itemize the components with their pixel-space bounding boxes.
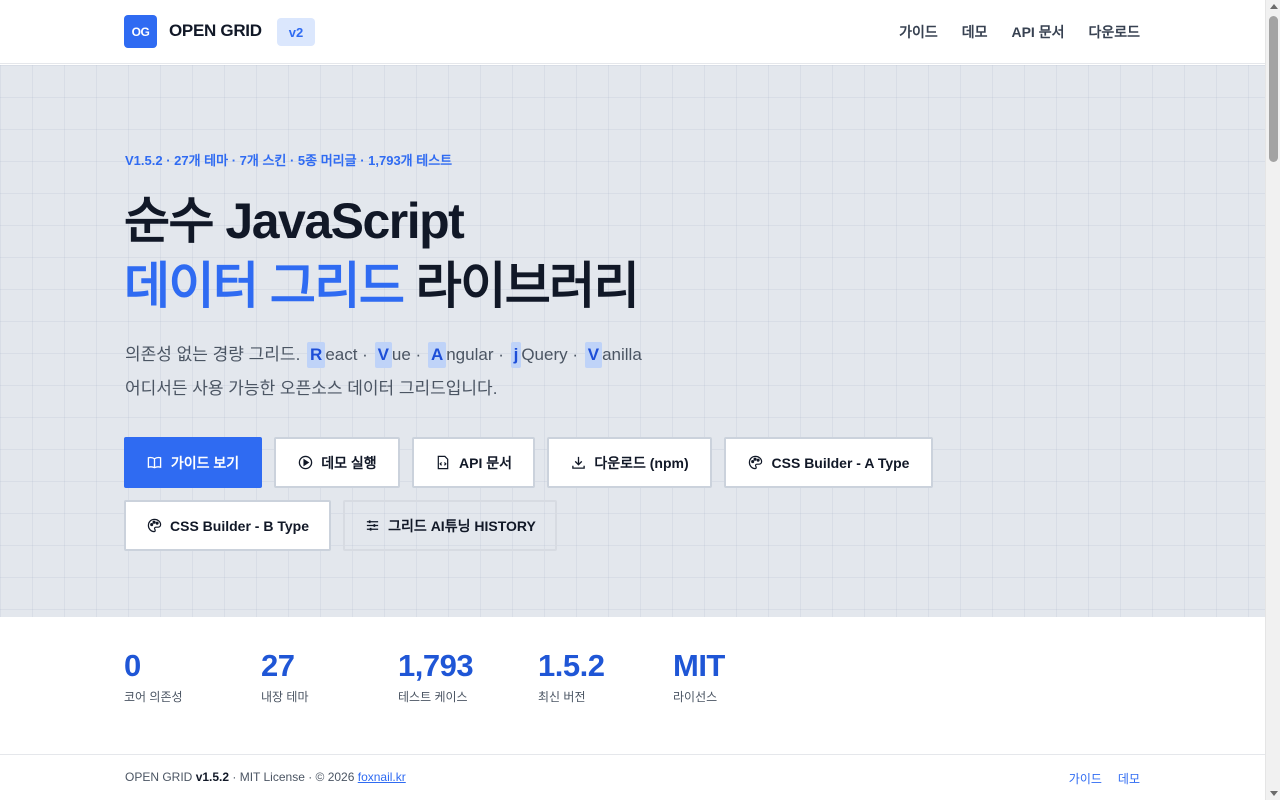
stat-test-cases: 1,793 테스트 케이스 <box>398 647 474 705</box>
ai-tuning-history-button-label: 그리드 AI튜닝 HISTORY <box>388 517 536 534</box>
download-npm-button-label: 다운로드 (npm) <box>594 454 689 471</box>
download-icon <box>570 455 586 471</box>
top-header: OG OPEN GRID v2 가이드 데모 API 문서 다운로드 <box>0 0 1265 64</box>
page-scrollbar[interactable] <box>1265 0 1280 800</box>
nav-guide-link[interactable]: 가이드 <box>899 22 938 42</box>
stat-label: 내장 테마 <box>261 690 309 704</box>
hero-title-line2: 데이터 그리드 라이브러리 <box>124 255 640 317</box>
framework-sep: · <box>410 345 426 364</box>
stat-label: 코어 의존성 <box>124 690 183 704</box>
palette-icon <box>748 455 764 471</box>
stat-builtin-themes: 27 내장 테마 <box>261 647 309 705</box>
main-nav: 가이드 데모 API 문서 다운로드 <box>899 22 1140 42</box>
footer-license: · MIT License · © 2026 <box>229 770 358 784</box>
framework-rest-vue: ue <box>391 345 411 364</box>
footer-version: v1.5.2 <box>195 770 230 784</box>
scrollbar-thumb[interactable] <box>1269 16 1278 162</box>
framework-letter-vanilla: V <box>584 342 603 368</box>
stat-label: 최신 버전 <box>538 690 586 704</box>
framework-rest-vanilla: anilla <box>602 345 642 364</box>
footer-copyright: OPEN GRID v1.5.2 · MIT License · © 2026 … <box>125 770 406 784</box>
stat-value: MIT <box>673 648 725 683</box>
stat-value: 1,793 <box>398 648 474 683</box>
scroll-up-arrow-icon[interactable] <box>1270 4 1278 9</box>
footer-site-link[interactable]: foxnail.kr <box>358 770 406 784</box>
hero-description-line1: 의존성 없는 경량 그리드. React · Vue · Angular · j… <box>125 342 642 368</box>
brand-name[interactable]: OPEN GRID <box>169 21 262 41</box>
nav-download-link[interactable]: 다운로드 <box>1088 22 1140 42</box>
framework-rest-react: eact <box>325 345 358 364</box>
version-badge: v2 <box>277 18 315 46</box>
stat-core-deps: 0 코어 의존성 <box>124 647 183 705</box>
css-builder-b-button-label: CSS Builder - B Type <box>170 517 309 534</box>
hero-title-rest: 라이브러리 <box>403 258 640 314</box>
demo-button-label: 데모 실행 <box>321 454 377 471</box>
hero-title-accent: 데이터 그리드 <box>124 258 405 314</box>
play-icon <box>297 455 313 471</box>
framework-rest-angular: ngular <box>446 345 494 364</box>
footer-links: 가이드 데모 <box>1069 770 1140 787</box>
footer-guide-link[interactable]: 가이드 <box>1069 770 1102 787</box>
framework-sep: · <box>567 345 583 364</box>
hero-title-line1: 순수 JavaScript <box>124 193 465 249</box>
palette-icon <box>146 518 162 534</box>
api-docs-button[interactable]: API 문서 <box>412 437 535 488</box>
css-builder-a-button-label: CSS Builder - A Type <box>771 454 910 471</box>
framework-sep: · <box>357 345 373 364</box>
framework-sep: · <box>493 345 509 364</box>
stat-latest-version: 1.5.2 최신 버전 <box>538 647 605 705</box>
framework-letter-jquery: j <box>510 342 522 368</box>
scroll-down-arrow-icon[interactable] <box>1270 791 1278 796</box>
page-footer: OPEN GRID v1.5.2 · MIT License · © 2026 … <box>0 754 1265 800</box>
sliders-icon <box>364 518 380 534</box>
framework-letter-angular: A <box>427 342 447 368</box>
hero-section: V1.5.2 · 27개 테마 · 7개 스킨 · 5종 머리글 · 1,793… <box>0 65 1265 617</box>
stat-value: 0 <box>124 648 141 683</box>
stat-value: 1.5.2 <box>538 648 605 683</box>
hero-description-line2: 어디서든 사용 가능한 오픈소스 데이터 그리드입니다. <box>125 379 498 398</box>
download-npm-button[interactable]: 다운로드 (npm) <box>547 437 712 488</box>
stats-section: 0 코어 의존성 27 내장 테마 1,793 테스트 케이스 1.5.2 최신… <box>0 617 1265 754</box>
desc-prefix: 의존성 없는 경량 그리드. <box>125 345 301 364</box>
logo[interactable]: OG <box>124 15 157 48</box>
footer-brand: OPEN GRID <box>125 770 193 784</box>
framework-letter-react: R <box>307 342 326 368</box>
nav-demo-link[interactable]: 데모 <box>962 22 988 42</box>
framework-rest-jquery: Query <box>521 345 568 364</box>
hero-tagline: V1.5.2 · 27개 테마 · 7개 스킨 · 5종 머리글 · 1,793… <box>125 153 453 168</box>
demo-button[interactable]: 데모 실행 <box>274 437 400 488</box>
stat-label: 라이선스 <box>673 690 718 704</box>
css-builder-b-button[interactable]: CSS Builder - B Type <box>124 500 331 551</box>
footer-demo-link[interactable]: 데모 <box>1118 770 1140 787</box>
css-builder-a-button[interactable]: CSS Builder - A Type <box>724 437 933 488</box>
api-docs-button-label: API 문서 <box>459 454 512 471</box>
guide-button-label: 가이드 보기 <box>170 454 240 471</box>
stat-label: 테스트 케이스 <box>398 690 468 704</box>
nav-api-link[interactable]: API 문서 <box>1011 22 1064 42</box>
stat-license: MIT 라이선스 <box>673 647 725 705</box>
ai-tuning-history-button[interactable]: 그리드 AI튜닝 HISTORY <box>343 500 557 551</box>
code-file-icon <box>435 455 451 471</box>
guide-button[interactable]: 가이드 보기 <box>124 437 262 488</box>
framework-letter-vue: V <box>374 342 392 368</box>
book-icon <box>147 455 163 471</box>
stat-value: 27 <box>261 648 295 683</box>
